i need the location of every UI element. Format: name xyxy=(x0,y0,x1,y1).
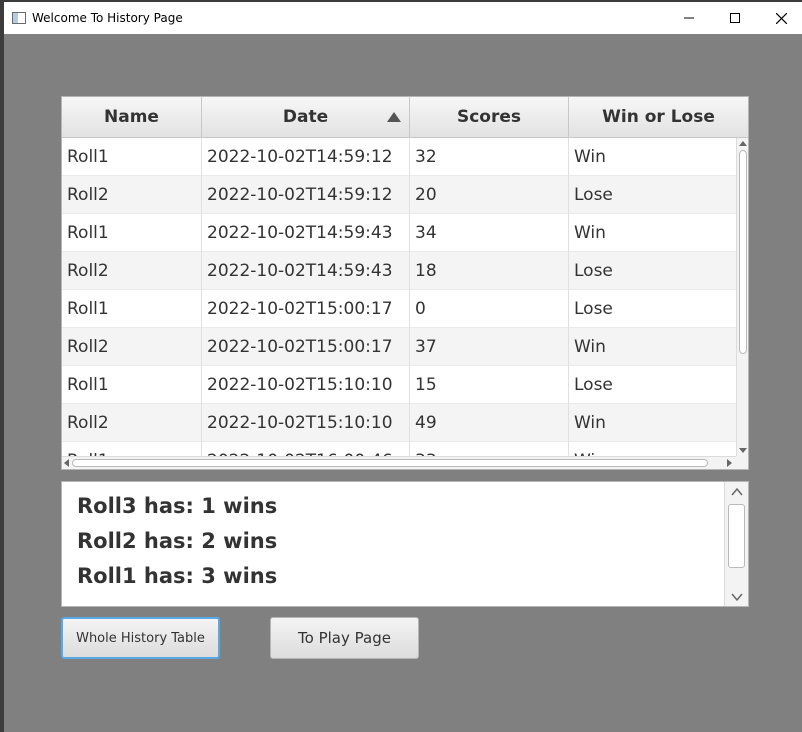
history-table[interactable]: Name Date Scores Win or Lose Roll1 2022-1… xyxy=(61,96,749,470)
table-cell: Roll1 xyxy=(62,214,202,252)
table-cell: 2022-10-02T14:59:12 xyxy=(202,176,410,214)
table-cell: 2022-10-02T15:10:10 xyxy=(202,404,410,442)
column-header-date[interactable]: Date xyxy=(202,97,410,137)
column-label: Scores xyxy=(456,107,522,127)
scroll-up-arrow-icon[interactable] xyxy=(739,141,747,146)
table-row[interactable]: Roll2 2022-10-02T14:59:43 18 Lose xyxy=(62,252,736,290)
table-cell: Roll2 xyxy=(62,328,202,366)
table-cell: 32 xyxy=(410,138,569,176)
table-cell: 2022-10-02T15:00:17 xyxy=(202,290,410,328)
table-body: Roll1 2022-10-02T14:59:12 32 Win Roll2 2022-1… xyxy=(62,138,736,456)
table-cell: Roll1 xyxy=(62,442,202,456)
summary-line: Roll1 has: 3 wins xyxy=(77,564,278,588)
table-cell: 20 xyxy=(410,176,569,214)
wins-summary-textarea[interactable]: Roll3 has: 1 wins Roll2 has: 2 wins Roll… xyxy=(61,481,749,607)
table-cell: Win xyxy=(574,223,606,243)
table-row[interactable]: Roll2 2022-10-02T14:59:12 20 Lose xyxy=(62,176,736,214)
table-cell: Roll1 xyxy=(62,138,202,176)
table-cell: 2022-10-02T15:00:17 xyxy=(202,328,410,366)
table-horizontal-scrollbar[interactable] xyxy=(62,456,736,469)
column-header-name[interactable]: Name xyxy=(62,97,202,137)
horizontal-scroll-thumb[interactable] xyxy=(72,459,708,467)
column-header-scores[interactable]: Scores xyxy=(410,97,569,137)
to-play-page-button[interactable]: To Play Page xyxy=(270,617,419,659)
table-cell: Lose xyxy=(574,375,613,395)
whole-history-table-button[interactable]: Whole History Table xyxy=(61,617,220,659)
table-cell: Win xyxy=(574,413,606,433)
table-cell: Lose xyxy=(574,299,613,319)
close-button[interactable] xyxy=(758,2,802,34)
chevron-up-icon[interactable] xyxy=(730,485,744,499)
table-cell: 37 xyxy=(410,328,569,366)
window-title: Welcome To History Page xyxy=(32,11,183,25)
vertical-scroll-thumb[interactable] xyxy=(739,150,747,354)
column-header-win-or-lose[interactable]: Win or Lose xyxy=(569,97,748,137)
app-icon xyxy=(12,12,26,24)
scroll-right-arrow-icon[interactable] xyxy=(727,459,732,467)
table-row[interactable]: Roll1 2022-10-02T14:59:12 32 Win xyxy=(62,138,736,176)
table-cell: Lose xyxy=(574,185,613,205)
table-cell: Roll1 xyxy=(62,366,202,404)
wins-summary-text: Roll3 has: 1 wins Roll2 has: 2 wins Roll… xyxy=(77,489,717,594)
close-icon xyxy=(775,12,787,24)
table-cell: 2022-10-02T14:59:12 xyxy=(202,138,410,176)
table-row[interactable]: Roll1 2022-10-02T15:00:17 0 Lose xyxy=(62,290,736,328)
table-row[interactable]: Roll1 2022-10-02T14:59:43 34 Win xyxy=(62,214,736,252)
column-label: Name xyxy=(104,107,159,127)
table-cell: 15 xyxy=(410,366,569,404)
table-cell: 0 xyxy=(410,290,569,328)
table-row[interactable]: Roll2 2022-10-02T15:10:10 49 Win xyxy=(62,404,736,442)
scrollbar-corner xyxy=(736,456,748,469)
table-cell: Win xyxy=(569,442,736,456)
table-cell: 33 xyxy=(410,442,569,456)
column-label: Date xyxy=(282,107,329,127)
minimize-icon xyxy=(684,17,694,19)
table-cell: 18 xyxy=(410,252,569,290)
table-cell: Roll1 xyxy=(62,290,202,328)
table-cell: Roll2 xyxy=(62,252,202,290)
table-row[interactable]: Roll12022-10-02T16:00:4633Win xyxy=(62,442,736,456)
table-cell: Lose xyxy=(574,261,613,281)
minimize-button[interactable] xyxy=(666,2,712,34)
table-cell: 2022-10-02T16:00:46 xyxy=(202,442,410,456)
table-cell: 49 xyxy=(410,404,569,442)
maximize-icon xyxy=(730,13,740,23)
maximize-button[interactable] xyxy=(712,2,758,34)
history-window: Welcome To History Page Name Date Scores… xyxy=(0,0,802,732)
table-cell: 2022-10-02T14:59:43 xyxy=(202,252,410,290)
title-bar: Welcome To History Page xyxy=(4,0,802,34)
table-cell: Win xyxy=(574,337,606,357)
table-cell: Roll2 xyxy=(62,176,202,214)
table-row[interactable]: Roll1 2022-10-02T15:10:10 15 Lose xyxy=(62,366,736,404)
table-row[interactable]: Roll2 2022-10-02T15:00:17 37 Win xyxy=(62,328,736,366)
scroll-down-arrow-icon[interactable] xyxy=(739,448,747,453)
table-vertical-scrollbar[interactable] xyxy=(736,138,748,456)
table-cell: 34 xyxy=(410,214,569,252)
sort-ascending-icon xyxy=(387,112,401,122)
table-header: Name Date Scores Win or Lose xyxy=(62,97,748,138)
summary-scroll-thumb[interactable] xyxy=(728,504,745,568)
table-cell: Win xyxy=(574,147,606,167)
summary-line: Roll2 has: 2 wins xyxy=(77,529,278,553)
table-cell: Roll2 xyxy=(62,404,202,442)
chevron-down-icon[interactable] xyxy=(730,590,744,604)
column-label: Win or Lose xyxy=(602,107,715,127)
table-cell: 2022-10-02T14:59:43 xyxy=(202,214,410,252)
scroll-left-arrow-icon[interactable] xyxy=(64,459,69,467)
table-cell: 2022-10-02T15:10:10 xyxy=(202,366,410,404)
summary-line: Roll3 has: 1 wins xyxy=(77,494,278,518)
summary-vertical-scrollbar[interactable] xyxy=(724,482,748,606)
